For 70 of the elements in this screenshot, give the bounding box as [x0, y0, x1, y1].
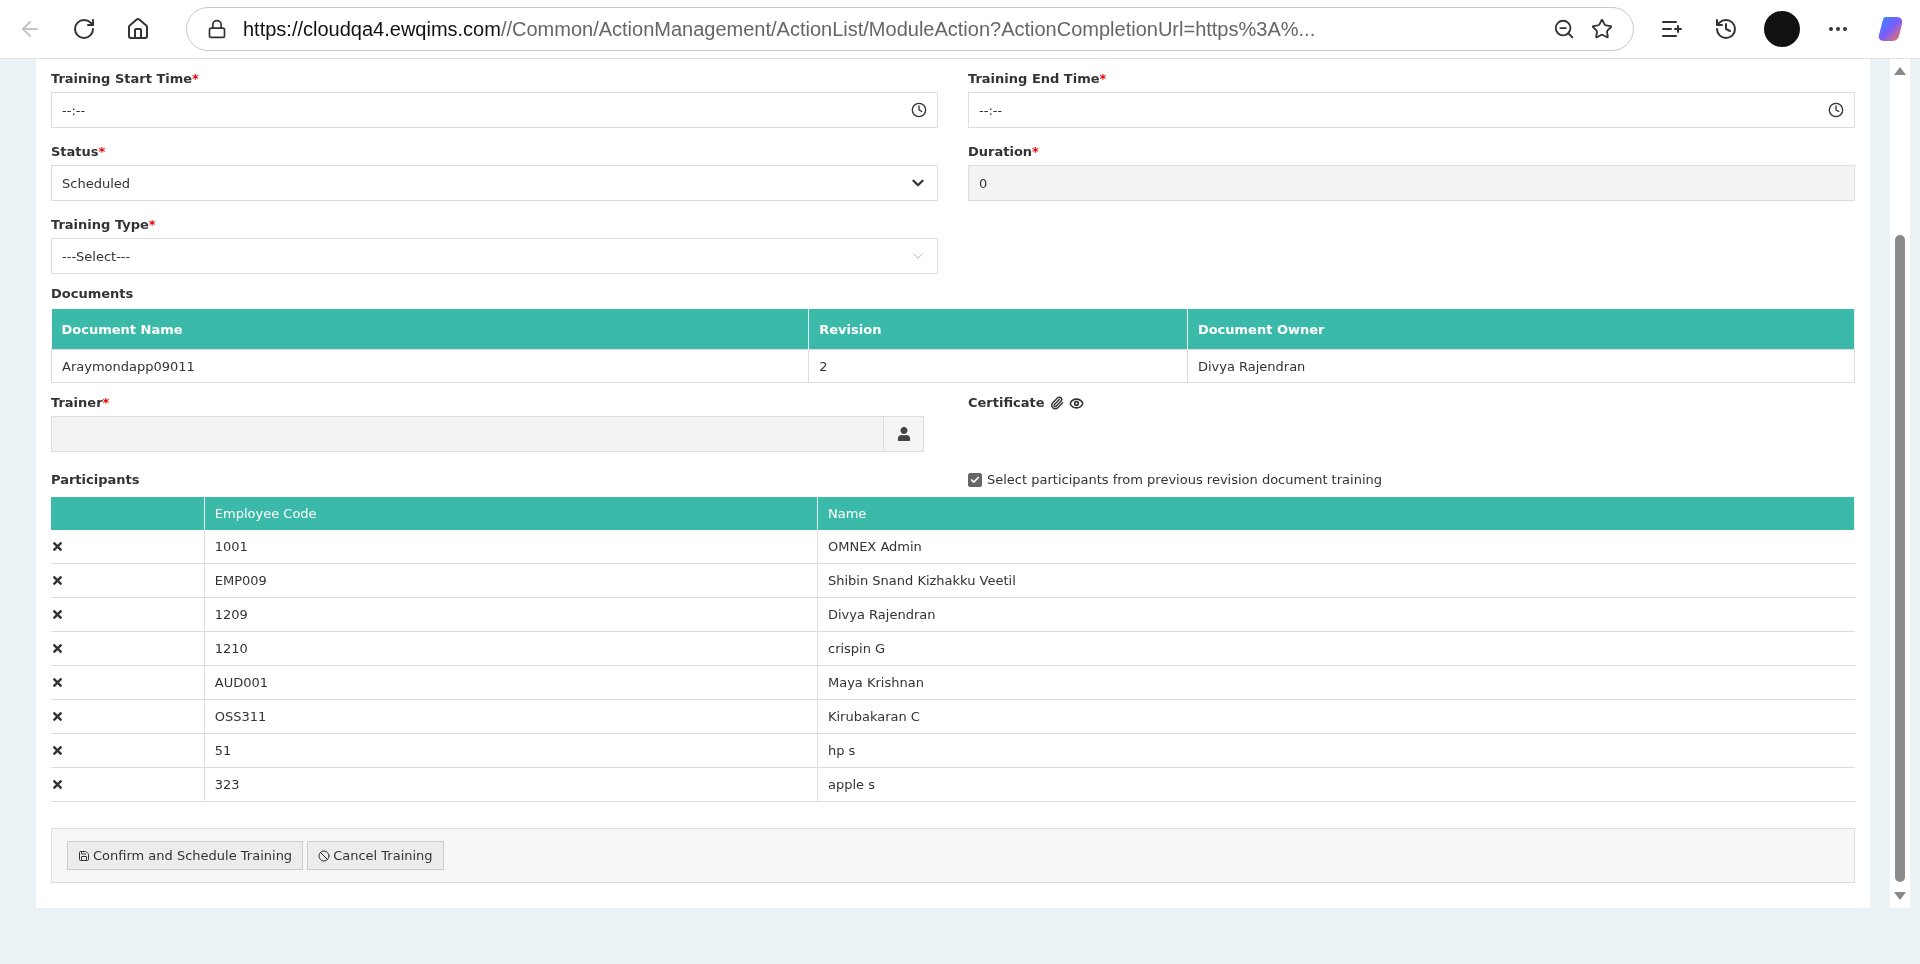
table-cell: Kirubakaran C — [817, 699, 1855, 734]
column-header: Document Name — [51, 309, 809, 350]
star-icon[interactable] — [1591, 18, 1613, 40]
paperclip-icon[interactable] — [1049, 396, 1064, 410]
field-label: Training Start Time* — [51, 71, 200, 86]
table-cell: Maya Krishnan — [817, 665, 1855, 700]
field-label: Duration* — [968, 144, 1040, 159]
table-cell: Shibin Snand Kizhakku Veetil — [817, 563, 1855, 598]
remove-icon[interactable] — [51, 676, 64, 689]
clock-icon — [911, 102, 927, 118]
table-cell: 2 — [808, 349, 1188, 383]
column-header: Employee Code — [204, 497, 818, 530]
scroll-up-icon[interactable] — [1894, 67, 1906, 75]
table-cell: OMNEX Admin — [817, 530, 1855, 564]
section-title: Participants — [51, 472, 141, 487]
field-label: Trainer* — [51, 395, 111, 410]
action-button[interactable]: Confirm and Schedule Training — [67, 841, 304, 870]
table-cell: apple s — [817, 767, 1855, 802]
field-label: Status* — [51, 144, 107, 159]
section-title: Documents — [51, 286, 134, 301]
select-field[interactable]: Scheduled — [51, 165, 938, 201]
remove-icon[interactable] — [51, 744, 64, 757]
table-cell: 1210 — [204, 631, 818, 666]
remove-icon[interactable] — [51, 574, 64, 587]
select-user-button[interactable] — [884, 416, 924, 452]
scroll-down-icon[interactable] — [1894, 892, 1906, 900]
checkbox[interactable] — [968, 472, 982, 487]
remove-icon[interactable] — [51, 642, 64, 655]
table-cell: AUD001 — [204, 665, 818, 700]
home-icon[interactable] — [126, 17, 150, 41]
table-cell: OSS311 — [204, 699, 818, 734]
table-cell: 323 — [204, 767, 818, 802]
table-cell: Divya Rajendran — [817, 597, 1855, 632]
table-cell: crispin G — [817, 631, 1855, 666]
field-label: Training Type* — [51, 217, 157, 232]
table-cell: 1209 — [204, 597, 818, 632]
time-field[interactable]: --:-- — [968, 92, 1855, 128]
table-cell: 51 — [204, 733, 818, 768]
remove-icon[interactable] — [51, 778, 64, 791]
checkbox-label: Select participants from previous revision document training — [987, 472, 1382, 487]
zoom-out-icon[interactable] — [1553, 18, 1575, 40]
clock-icon — [1828, 102, 1844, 118]
column-header: Document Owner — [1187, 309, 1855, 350]
column-header: Revision — [808, 309, 1188, 350]
remove-icon[interactable] — [51, 540, 64, 553]
save-icon — [78, 849, 90, 862]
field-label: Certificate — [968, 395, 1045, 410]
refresh-icon[interactable] — [72, 17, 96, 41]
field-label: Training End Time* — [968, 71, 1108, 86]
remove-icon[interactable] — [51, 710, 64, 723]
table-cell: Divya Rajendran — [1187, 349, 1855, 383]
time-field[interactable]: --:-- — [51, 92, 938, 128]
table-cell: hp s — [817, 733, 1855, 768]
eye-icon[interactable] — [1068, 396, 1084, 411]
table-cell: Araymondapp09011 — [51, 349, 809, 383]
history-icon[interactable] — [1714, 17, 1738, 41]
lock-icon — [207, 19, 227, 39]
table-cell: 1001 — [204, 530, 818, 564]
table-cell: EMP009 — [204, 563, 818, 598]
ban-icon — [318, 849, 331, 862]
trainer-field[interactable] — [51, 416, 884, 452]
select-field[interactable]: ---Select--- — [51, 238, 938, 274]
scrollbar[interactable] — [1890, 59, 1910, 908]
action-button[interactable]: Cancel Training — [307, 841, 444, 870]
user-icon — [896, 427, 911, 441]
column-header: Name — [817, 497, 1855, 530]
readonly-field: 0 — [968, 165, 1855, 201]
remove-icon[interactable] — [51, 608, 64, 621]
profile-avatar[interactable] — [1764, 11, 1800, 47]
url-text: https://cloudqa4.ewqims.com//Common/ActionManagement/ActionList/ModuleAction?ActionCompletionUrl=https%3A%... — [243, 17, 1317, 41]
